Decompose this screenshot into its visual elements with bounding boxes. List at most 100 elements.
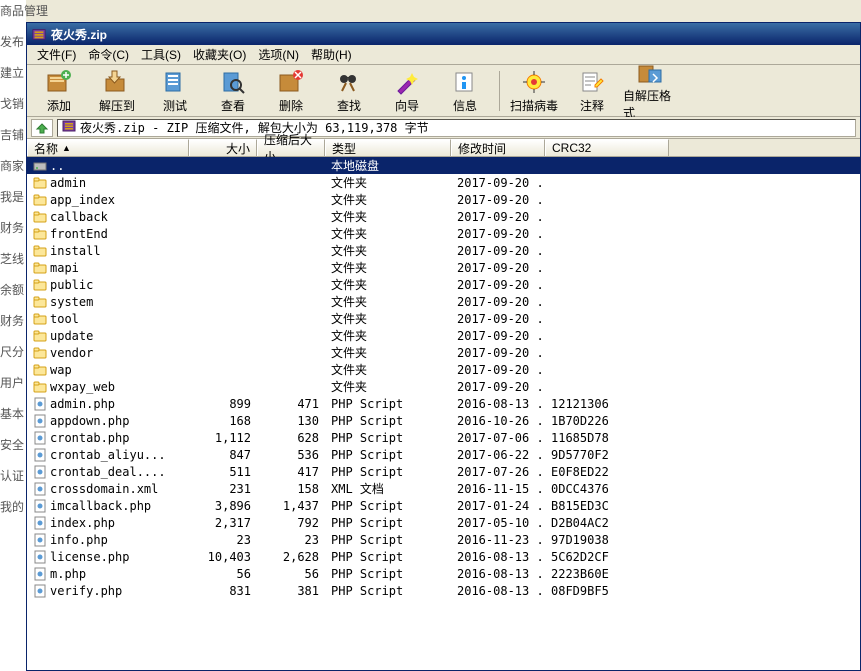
file-type: PHP Script (325, 584, 451, 598)
file-list[interactable]: .. 本地磁盘 admin文件夹2017-09-20 ...app_index文… (27, 157, 860, 670)
file-type: XML 文档 (325, 480, 451, 497)
table-row[interactable]: appdown.php168130PHP Script2016-10-26 ..… (27, 412, 860, 429)
file-modified: 2016-08-13 ... (451, 397, 545, 411)
table-row[interactable]: app_index文件夹2017-09-20 ... (27, 191, 860, 208)
table-row[interactable]: crossdomain.xml231158XML 文档2016-11-15 ..… (27, 480, 860, 497)
file-modified: 2016-08-13 ... (451, 567, 545, 581)
file-name: m.php (50, 567, 86, 581)
menu-help[interactable]: 帮助(H) (305, 44, 358, 65)
file-icon (33, 414, 47, 428)
table-row[interactable]: mapi文件夹2017-09-20 ... (27, 259, 860, 276)
table-row[interactable]: wap文件夹2017-09-20 ... (27, 361, 860, 378)
table-row[interactable]: tool文件夹2017-09-20 ... (27, 310, 860, 327)
file-name: update (50, 329, 93, 343)
file-size: 831 (189, 584, 257, 598)
bg-label: 基本 (0, 403, 26, 434)
file-crc: 97D19038 (545, 533, 669, 547)
toolbar-add[interactable]: 添加 (31, 67, 87, 115)
toolbar-view[interactable]: 查看 (205, 67, 261, 115)
file-name: frontEnd (50, 227, 108, 241)
file-icon (33, 397, 47, 411)
bg-label: 戈销 (0, 93, 26, 124)
menu-cmd[interactable]: 命令(C) (82, 44, 135, 65)
table-row[interactable]: index.php2,317792PHP Script2017-05-10 ..… (27, 514, 860, 531)
table-row[interactable]: crontab_aliyu...847536PHP Script2017-06-… (27, 446, 860, 463)
toolbar-comment[interactable]: 注释 (564, 67, 620, 115)
menu-opt[interactable]: 选项(N) (252, 44, 305, 65)
file-packed: 1,437 (257, 499, 325, 513)
toolbar-test[interactable]: 测试 (147, 67, 203, 115)
col-size[interactable]: 大小 (189, 139, 257, 156)
file-name: callback (50, 210, 108, 224)
parent-row[interactable]: .. 本地磁盘 (27, 157, 860, 174)
toolbar-extract[interactable]: 解压到 (89, 67, 145, 115)
file-size: 899 (189, 397, 257, 411)
file-name: verify.php (50, 584, 122, 598)
toolbar-sfx[interactable]: 自解压格式 (622, 67, 678, 115)
app-icon (31, 26, 47, 42)
titlebar[interactable]: 夜火秀.zip (27, 23, 860, 45)
table-row[interactable]: public文件夹2017-09-20 ... (27, 276, 860, 293)
col-name[interactable]: 名称▲ (27, 139, 189, 156)
toolbar-wizard[interactable]: 向导 (379, 67, 435, 115)
bg-label: 建立 (0, 62, 26, 93)
table-row[interactable]: imcallback.php3,8961,437PHP Script2017-0… (27, 497, 860, 514)
file-modified: 2016-11-15 ... (451, 482, 545, 496)
up-button[interactable] (31, 119, 53, 137)
toolbar-info[interactable]: 信息 (437, 67, 493, 115)
path-box[interactable]: 夜火秀.zip - ZIP 压缩文件, 解包大小为 63,119,378 字节 (57, 119, 856, 137)
winrar-window: 夜火秀.zip 文件(F) 命令(C) 工具(S) 收藏夹(O) 选项(N) 帮… (26, 22, 861, 671)
file-modified: 2017-09-20 ... (451, 210, 545, 224)
toolbar-find[interactable]: 查找 (321, 67, 377, 115)
table-row[interactable]: install文件夹2017-09-20 ... (27, 242, 860, 259)
table-row[interactable]: system文件夹2017-09-20 ... (27, 293, 860, 310)
file-crc: E0F8ED22 (545, 465, 669, 479)
file-packed: 471 (257, 397, 325, 411)
file-modified: 2017-09-20 ... (451, 244, 545, 258)
file-modified: 2017-06-22 ... (451, 448, 545, 462)
file-type: 文件夹 (325, 310, 451, 327)
menu-tool[interactable]: 工具(S) (135, 44, 187, 65)
file-type: PHP Script (325, 567, 451, 581)
table-row[interactable]: crontab.php1,112628PHP Script2017-07-06 … (27, 429, 860, 446)
menu-fav[interactable]: 收藏夹(O) (187, 44, 252, 65)
file-modified: 2017-05-10 ... (451, 516, 545, 530)
file-name: wap (50, 363, 72, 377)
menu-file[interactable]: 文件(F) (31, 44, 82, 65)
file-modified: 2017-09-20 ... (451, 329, 545, 343)
drive-icon (33, 159, 47, 173)
bg-label: 我是 (0, 186, 26, 217)
file-name: vendor (50, 346, 93, 360)
folder-icon (33, 363, 47, 377)
table-row[interactable]: admin.php899471PHP Script2016-08-13 ...1… (27, 395, 860, 412)
file-modified: 2016-08-13 ... (451, 584, 545, 598)
table-row[interactable]: update文件夹2017-09-20 ... (27, 327, 860, 344)
toolbar-delete[interactable]: 删除 (263, 67, 319, 115)
toolbar-virus[interactable]: 扫描病毒 (506, 67, 562, 115)
comment-icon (578, 68, 606, 96)
col-type[interactable]: 类型 (325, 139, 451, 156)
table-row[interactable]: verify.php831381PHP Script2016-08-13 ...… (27, 582, 860, 599)
table-row[interactable]: frontEnd文件夹2017-09-20 ... (27, 225, 860, 242)
file-size: 168 (189, 414, 257, 428)
col-packed[interactable]: 压缩后大小 (257, 139, 325, 156)
table-row[interactable]: crontab_deal....511417PHP Script2017-07-… (27, 463, 860, 480)
file-icon (33, 448, 47, 462)
file-modified: 2017-09-20 ... (451, 278, 545, 292)
file-packed: 2,628 (257, 550, 325, 564)
col-mod[interactable]: 修改时间 (451, 139, 545, 156)
col-crc[interactable]: CRC32 (545, 139, 669, 156)
file-icon (33, 516, 47, 530)
table-row[interactable]: admin文件夹2017-09-20 ... (27, 174, 860, 191)
table-row[interactable]: license.php10,4032,628PHP Script2016-08-… (27, 548, 860, 565)
bg-label: 商品管理 (0, 0, 26, 31)
file-crc: 1B70D226 (545, 414, 669, 428)
file-name: mapi (50, 261, 79, 275)
table-row[interactable]: info.php2323PHP Script2016-11-23 ...97D1… (27, 531, 860, 548)
table-row[interactable]: callback文件夹2017-09-20 ... (27, 208, 860, 225)
pathbar: 夜火秀.zip - ZIP 压缩文件, 解包大小为 63,119,378 字节 (27, 117, 860, 139)
table-row[interactable]: wxpay_web文件夹2017-09-20 ... (27, 378, 860, 395)
table-row[interactable]: m.php5656PHP Script2016-08-13 ...2223B60… (27, 565, 860, 582)
table-row[interactable]: vendor文件夹2017-09-20 ... (27, 344, 860, 361)
file-name: admin.php (50, 397, 115, 411)
